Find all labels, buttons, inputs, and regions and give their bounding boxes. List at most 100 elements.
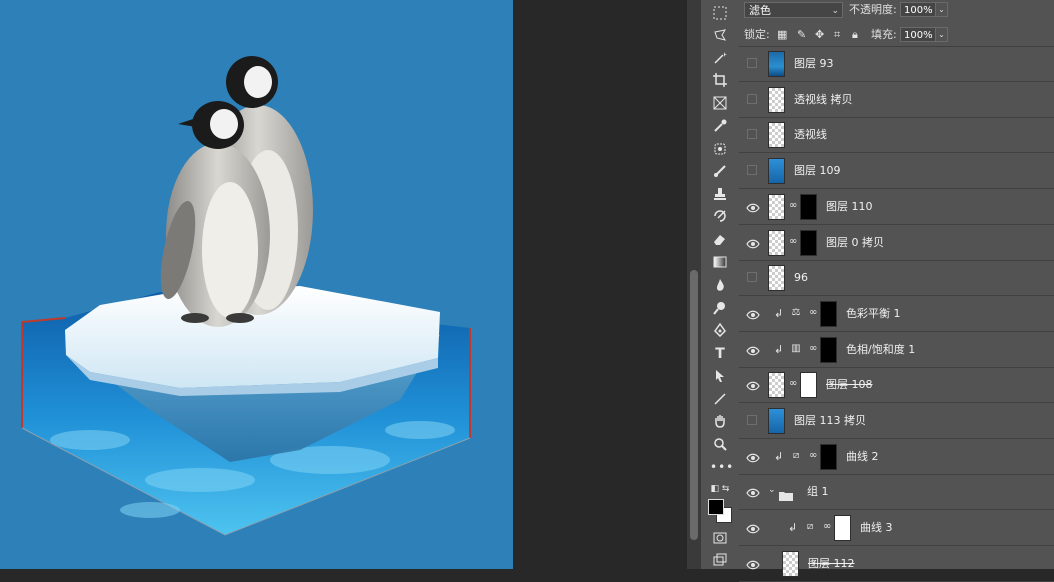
layer-mask-thumbnail[interactable] — [820, 300, 837, 327]
marquee-icon[interactable] — [710, 5, 730, 23]
layer-name: 96 — [794, 271, 808, 285]
brush-icon[interactable] — [710, 163, 730, 181]
blend-mode-select[interactable]: 滤色 ⌄ — [744, 2, 843, 18]
visibility-toggle[interactable] — [747, 93, 757, 104]
layer-mask-thumbnail[interactable] — [800, 372, 817, 399]
eraser-icon[interactable] — [710, 231, 730, 249]
eye-icon[interactable] — [746, 200, 760, 214]
lock-image-icon[interactable]: ✎ — [797, 27, 806, 43]
visibility-toggle[interactable] — [747, 415, 757, 425]
chevron-down-icon[interactable]: ⌄ — [768, 485, 776, 495]
lock-all-icon[interactable]: 🔒︎ — [852, 27, 858, 43]
eye-icon[interactable] — [746, 307, 760, 321]
fill-dropdown-icon[interactable]: ⌄ — [935, 27, 948, 42]
layer-row[interactable]: 图层 113 拷贝 — [739, 404, 1054, 439]
layer-row[interactable]: ∞ 图层 110 — [739, 190, 1054, 225]
layer-mask-thumbnail[interactable] — [800, 229, 817, 256]
layer-thumbnail[interactable] — [768, 158, 785, 185]
link-icon[interactable]: ∞ — [823, 520, 831, 534]
eye-icon[interactable] — [746, 236, 760, 250]
link-icon[interactable]: ∞ — [789, 377, 797, 391]
gradient-icon[interactable] — [710, 254, 730, 272]
layer-row[interactable]: ⌄ 组 1 — [739, 475, 1054, 511]
screen-mode-icon[interactable] — [710, 552, 730, 570]
opacity-field[interactable]: 100% — [900, 2, 936, 17]
dodge-icon[interactable] — [710, 300, 730, 318]
layer-thumbnail[interactable] — [768, 51, 785, 77]
fill-field[interactable]: 100% — [900, 27, 936, 42]
layer-row[interactable]: 图层 109 — [739, 154, 1054, 190]
link-icon[interactable]: ∞ — [809, 449, 817, 463]
layer-row[interactable]: ↲ ⧄ ∞ 曲线 2 — [739, 440, 1054, 475]
scroll-thumb[interactable] — [690, 270, 698, 540]
layer-row[interactable]: 96 — [739, 261, 1054, 297]
eye-icon[interactable] — [746, 485, 760, 499]
history-brush-icon[interactable] — [710, 208, 730, 226]
layer-row[interactable]: ∞ 图层 0 拷贝 — [739, 226, 1054, 261]
layer-row[interactable]: 图层 93 — [739, 47, 1054, 82]
layer-mask-thumbnail[interactable] — [800, 193, 817, 220]
layer-row[interactable]: ↲ ⚖ ∞ 色彩平衡 1 — [739, 297, 1054, 332]
visibility-toggle[interactable] — [747, 129, 757, 140]
hand-icon[interactable] — [710, 413, 730, 431]
foreground-color-swatch[interactable] — [708, 499, 724, 515]
link-icon[interactable]: ∞ — [789, 199, 797, 213]
layer-thumbnail[interactable] — [782, 550, 799, 577]
layer-thumbnail[interactable] — [768, 122, 785, 149]
more-icon[interactable]: ••• — [710, 458, 733, 476]
link-icon[interactable]: ∞ — [809, 342, 817, 356]
layer-row[interactable]: 透视线 — [739, 118, 1054, 154]
link-icon[interactable]: ∞ — [809, 306, 817, 320]
visibility-toggle[interactable] — [747, 272, 757, 283]
layer-row[interactable]: ↲ ▥ ∞ 色相/饱和度 1 — [739, 333, 1054, 368]
magic-wand-icon[interactable] — [710, 50, 730, 68]
zoom-icon[interactable] — [710, 436, 730, 454]
lock-position-icon[interactable]: ✥ — [815, 27, 824, 43]
layer-row[interactable]: 图层 112 — [739, 547, 1054, 582]
visibility-toggle[interactable] — [747, 165, 757, 176]
layer-thumbnail[interactable] — [768, 265, 785, 292]
healing-icon[interactable] — [710, 141, 730, 159]
frame-icon[interactable] — [710, 95, 730, 113]
type-icon[interactable]: T — [710, 345, 730, 363]
opacity-dropdown-icon[interactable]: ⌄ — [935, 2, 948, 17]
quick-mask-icon[interactable] — [710, 530, 730, 548]
layer-mask-thumbnail[interactable] — [820, 443, 837, 470]
lock-transparent-icon[interactable]: ▦ — [777, 27, 787, 43]
layer-mask-thumbnail[interactable] — [834, 515, 851, 542]
layer-thumbnail[interactable] — [768, 229, 785, 256]
eye-icon[interactable] — [746, 378, 760, 392]
clipping-arrow-icon: ↲ — [788, 521, 798, 535]
document-canvas[interactable] — [0, 0, 513, 569]
tools-panel: T ••• ◧ ⇆ — [701, 0, 740, 569]
vertical-scrollbar[interactable] — [687, 0, 701, 569]
layer-thumbnail[interactable] — [768, 408, 785, 434]
curves-icon: ⧄ — [806, 521, 814, 533]
layer-thumbnail[interactable] — [768, 372, 785, 399]
line-icon[interactable] — [710, 391, 730, 409]
swap-colors-icon[interactable]: ◧ ⇆ — [705, 480, 735, 498]
layer-name: 透视线 — [794, 128, 827, 142]
layer-row[interactable]: 透视线 拷贝 — [739, 83, 1054, 118]
layer-row[interactable]: ↲ ⧄ ∞ 曲线 3 — [739, 511, 1054, 547]
path-select-icon[interactable] — [710, 368, 730, 386]
clipping-arrow-icon: ↲ — [774, 342, 784, 356]
layer-name: 色彩平衡 1 — [846, 306, 901, 320]
blur-icon[interactable] — [710, 277, 730, 295]
layer-thumbnail[interactable] — [768, 193, 785, 220]
visibility-toggle[interactable] — [747, 58, 757, 68]
lasso-icon[interactable] — [710, 27, 730, 45]
crop-icon[interactable] — [710, 72, 730, 90]
eye-icon[interactable] — [746, 521, 760, 535]
layer-mask-thumbnail[interactable] — [820, 336, 837, 363]
layer-name: 色相/饱和度 1 — [846, 342, 916, 356]
link-icon[interactable]: ∞ — [789, 235, 797, 249]
eye-icon[interactable] — [746, 343, 760, 357]
eyedropper-icon[interactable] — [710, 118, 730, 136]
lock-artboard-icon[interactable]: ⌗ — [834, 27, 840, 43]
layer-row[interactable]: ∞ 图层 108 — [739, 368, 1054, 404]
pen-icon[interactable] — [710, 322, 730, 340]
eye-icon[interactable] — [746, 450, 760, 464]
stamp-icon[interactable] — [710, 186, 730, 204]
layer-thumbnail[interactable] — [768, 86, 785, 113]
